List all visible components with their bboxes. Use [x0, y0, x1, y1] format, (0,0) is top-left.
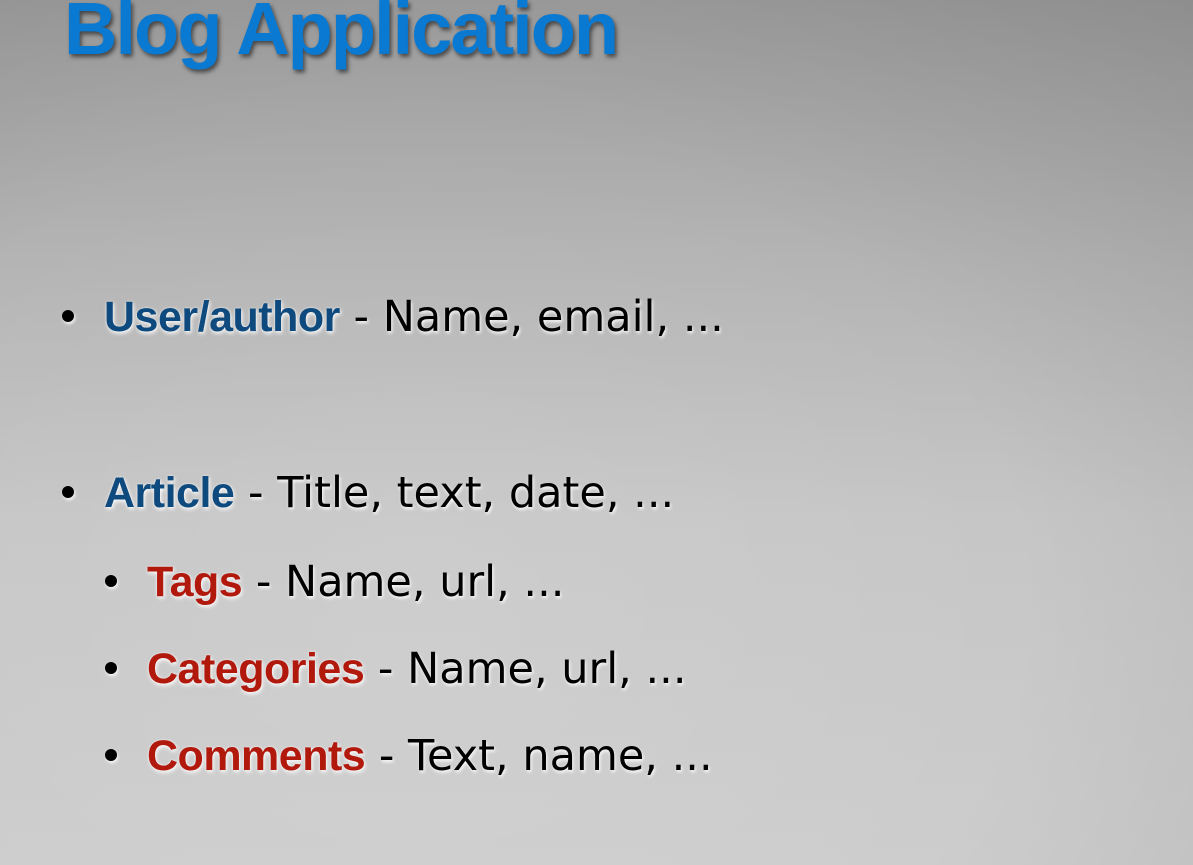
bullet-term: User/author [104, 293, 340, 341]
bullet-description: - Name, email, ... [339, 292, 724, 342]
bullet-article: Article - Title, text, date, ... [62, 472, 674, 515]
bullet-description: - Name, url, ... [364, 644, 687, 694]
bullet-dot-icon [62, 309, 74, 322]
bullet-user-author: User/author - Name, email, ... [62, 296, 724, 339]
bullet-description: - Text, name, ... [365, 731, 713, 781]
sub-bullet-comments: Comments - Text, name, ... [105, 735, 713, 778]
slide-title: Blog Application [64, 0, 619, 70]
bullet-dot-icon [62, 485, 74, 498]
bullet-term: Categories [147, 645, 365, 693]
sub-bullet-tags: Tags - Name, url, ... [105, 561, 564, 604]
bullet-term: Tags [147, 558, 243, 606]
bullet-dot-icon [105, 748, 117, 761]
bullet-term: Comments [147, 732, 366, 780]
bullet-term: Article [104, 469, 235, 517]
bullet-description: - Title, text, date, ... [234, 468, 675, 518]
bullet-dot-icon [105, 574, 117, 587]
bullet-description: - Name, url, ... [242, 557, 565, 607]
sub-bullet-categories: Categories - Name, url, ... [105, 648, 687, 691]
bullet-dot-icon [105, 661, 117, 674]
